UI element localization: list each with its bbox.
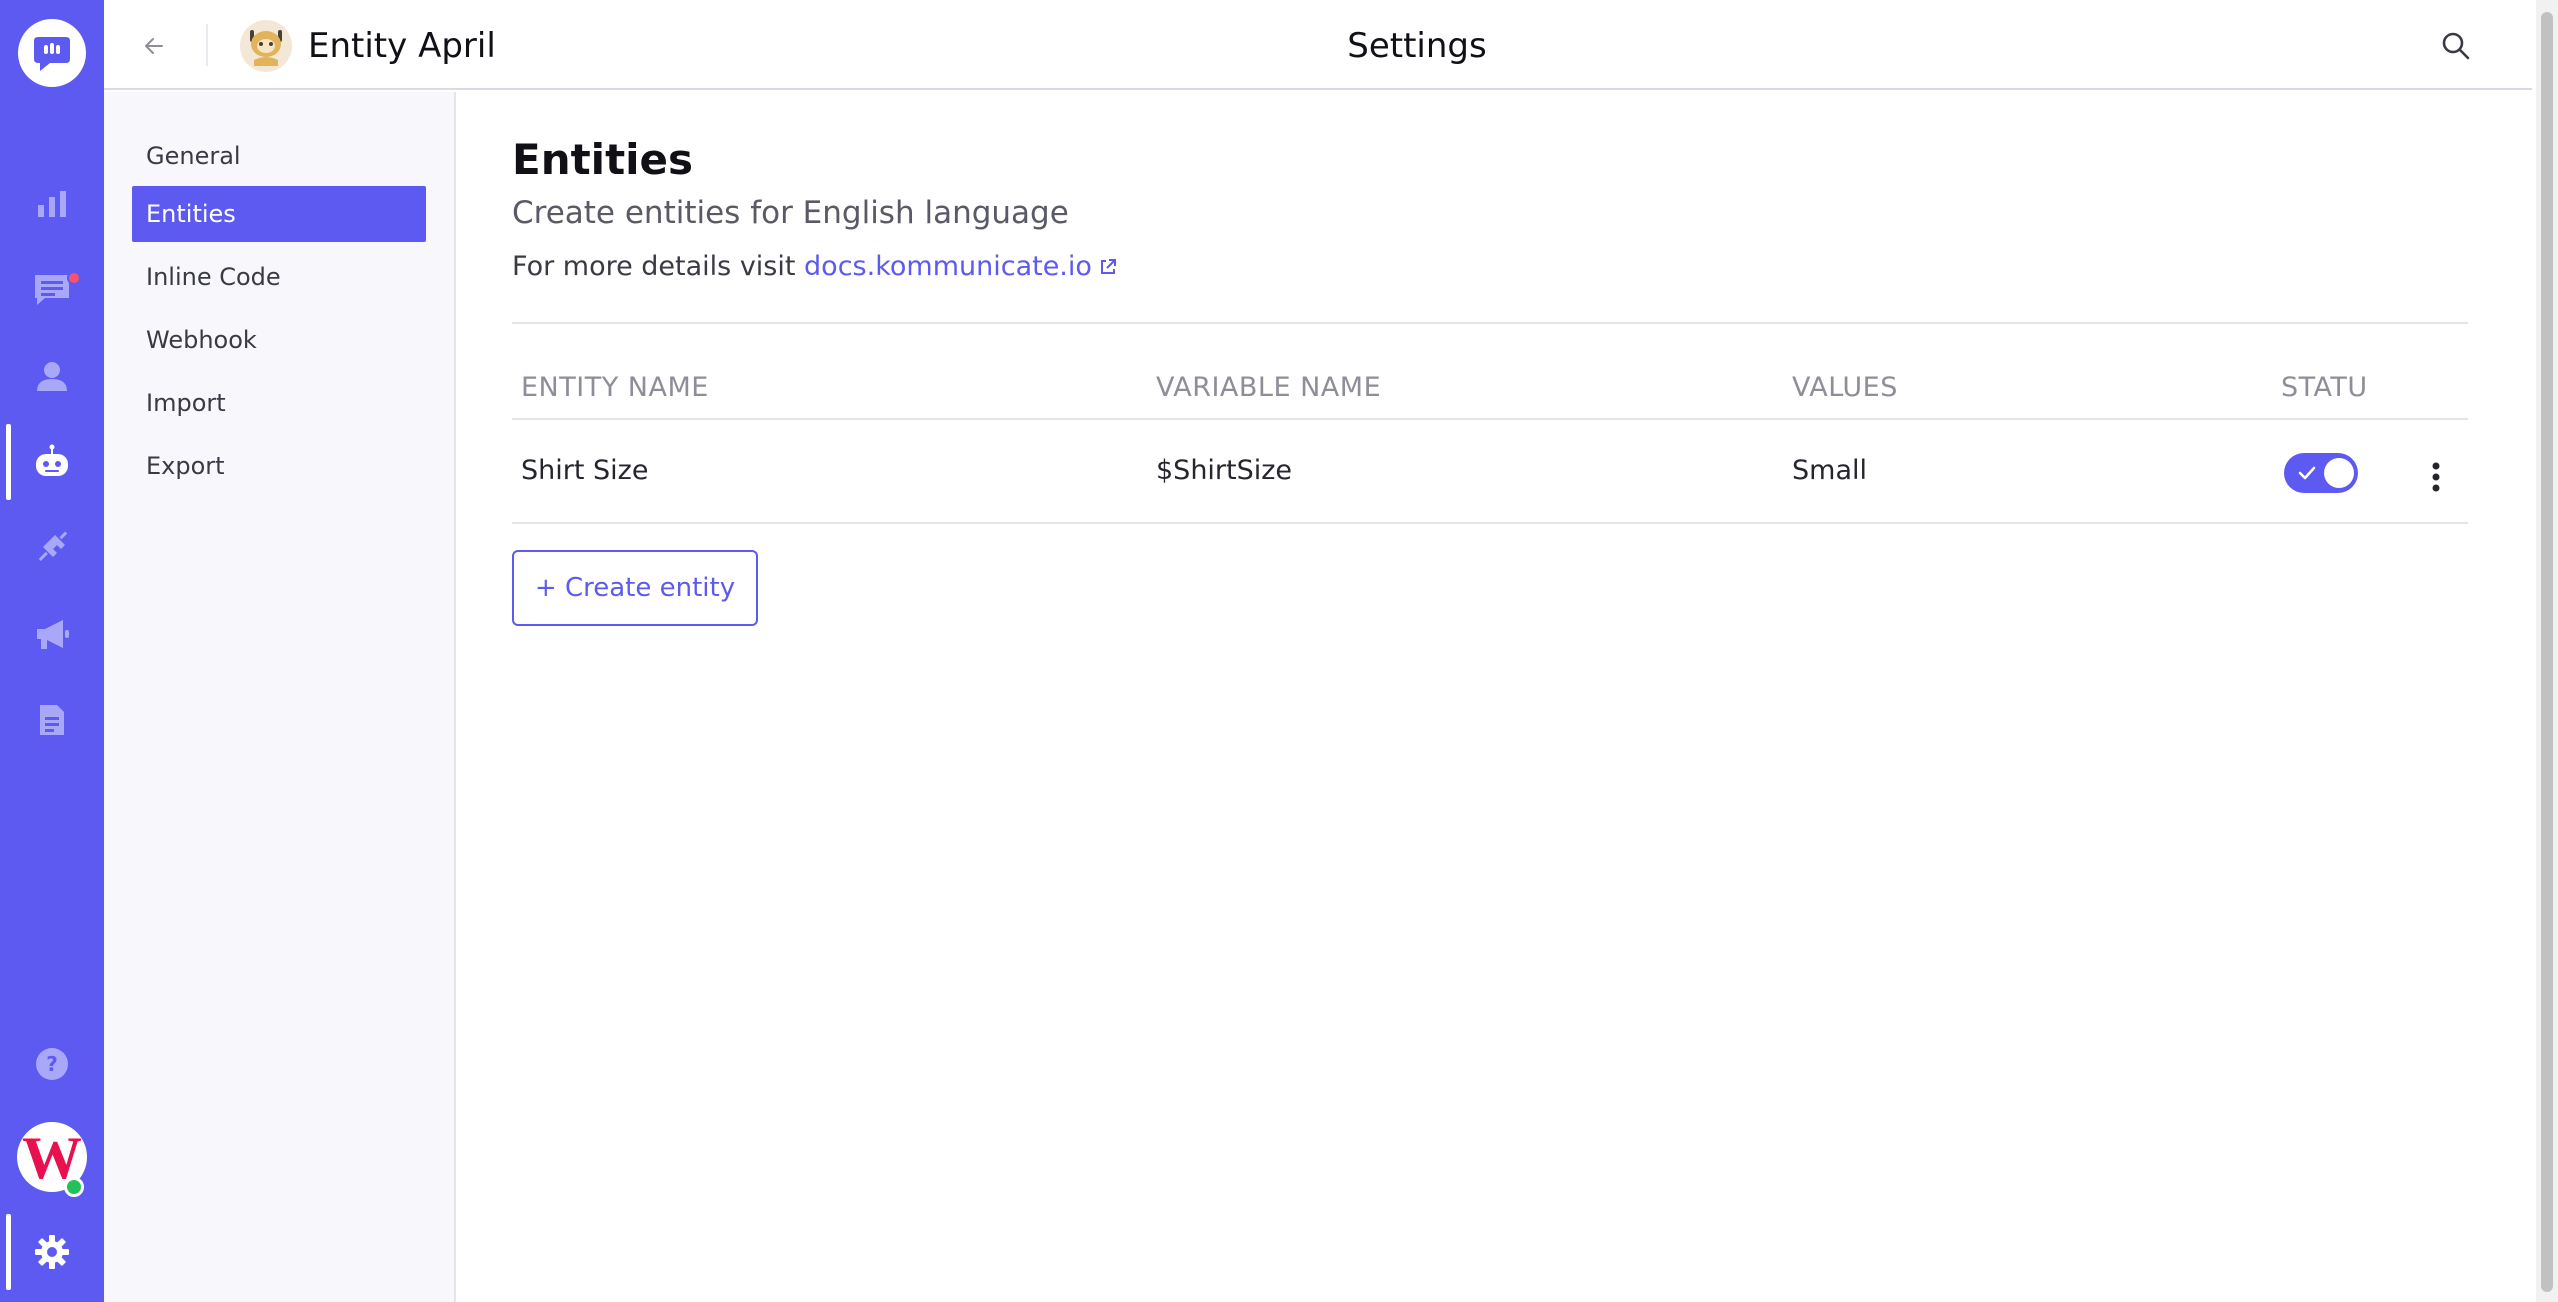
header-divider (206, 24, 208, 66)
sidebar-item-entities[interactable]: Entities (132, 186, 426, 242)
search-icon (2442, 32, 2470, 60)
more-vertical-icon (2432, 462, 2440, 492)
section-heading: Entities (512, 135, 694, 184)
column-header-variable-name: VARIABLE NAME (1156, 372, 1382, 403)
scrollbar-thumb[interactable] (2541, 12, 2553, 1292)
sidebar-item-import[interactable]: Import (132, 375, 426, 431)
bot-icon (36, 444, 68, 476)
sidebar-item-export[interactable]: Export (132, 438, 426, 494)
rail-reports[interactable] (0, 690, 104, 750)
section-divider (512, 322, 2468, 324)
rail-bot[interactable] (0, 424, 104, 500)
bot-name: Entity April (308, 26, 496, 66)
gear-icon (35, 1235, 69, 1269)
rail-help[interactable]: ? (0, 1034, 104, 1094)
page-scrollbar[interactable] (2536, 0, 2558, 1302)
cell-values: Small (1792, 455, 1867, 486)
back-button[interactable] (130, 22, 178, 70)
table-header-divider (512, 418, 2468, 420)
table-row-divider (512, 522, 2468, 524)
rail-users[interactable] (0, 346, 104, 406)
settings-sidebar: General Entities Inline Code Webhook Imp… (104, 92, 456, 1302)
megaphone-icon (37, 620, 69, 649)
column-header-values: VALUES (1792, 372, 1898, 403)
section-subheading: Create entities for English language (512, 195, 1069, 231)
users-icon (37, 362, 67, 391)
left-navigation-rail: ? W (0, 0, 104, 1302)
external-link-icon (1100, 259, 1116, 274)
toggle-knob (2324, 458, 2354, 488)
page-title: Settings (1347, 26, 1487, 66)
bar-chart-icon (38, 191, 66, 217)
arrow-left-icon (145, 38, 163, 54)
rail-conversations[interactable] (0, 260, 104, 320)
bot-avatar (240, 20, 292, 72)
notification-badge (67, 271, 81, 285)
sidebar-item-general[interactable]: General (132, 128, 426, 184)
rail-settings[interactable] (0, 1214, 104, 1290)
cell-entity-name: Shirt Size (521, 455, 649, 486)
integrations-icon (38, 531, 68, 561)
rail-analytics[interactable] (0, 174, 104, 234)
check-icon (2298, 466, 2316, 480)
column-header-entity-name: ENTITY NAME (521, 372, 709, 403)
robot-face-icon (250, 30, 282, 66)
top-bar: Entity April Settings (104, 0, 2532, 90)
cell-variable-name: $ShirtSize (1156, 455, 1293, 486)
row-actions-button[interactable] (2416, 452, 2456, 502)
search-button[interactable] (2432, 22, 2480, 70)
docs-link-text: docs.kommunicate.io (804, 251, 1092, 282)
conversations-icon (35, 275, 69, 305)
sidebar-item-webhook[interactable]: Webhook (132, 312, 426, 368)
column-header-status: STATU (2281, 372, 2368, 403)
docs-prefix: For more details visit (512, 251, 805, 282)
sidebar-item-inline-code[interactable]: Inline Code (132, 249, 426, 305)
online-status-dot (64, 1177, 84, 1197)
docs-link[interactable]: docs.kommunicate.io (804, 251, 1118, 282)
rail-integrations[interactable] (0, 518, 104, 578)
svg-text:?: ? (46, 1052, 58, 1076)
rail-campaigns[interactable] (0, 604, 104, 664)
chat-bubble-logo-icon[interactable] (18, 19, 86, 87)
docs-line: For more details visit docs.kommunicate.… (512, 248, 1118, 286)
help-icon: ? (36, 1048, 68, 1080)
create-entity-button[interactable]: + Create entity (512, 550, 758, 626)
document-icon (40, 705, 64, 735)
status-toggle[interactable] (2284, 453, 2358, 493)
